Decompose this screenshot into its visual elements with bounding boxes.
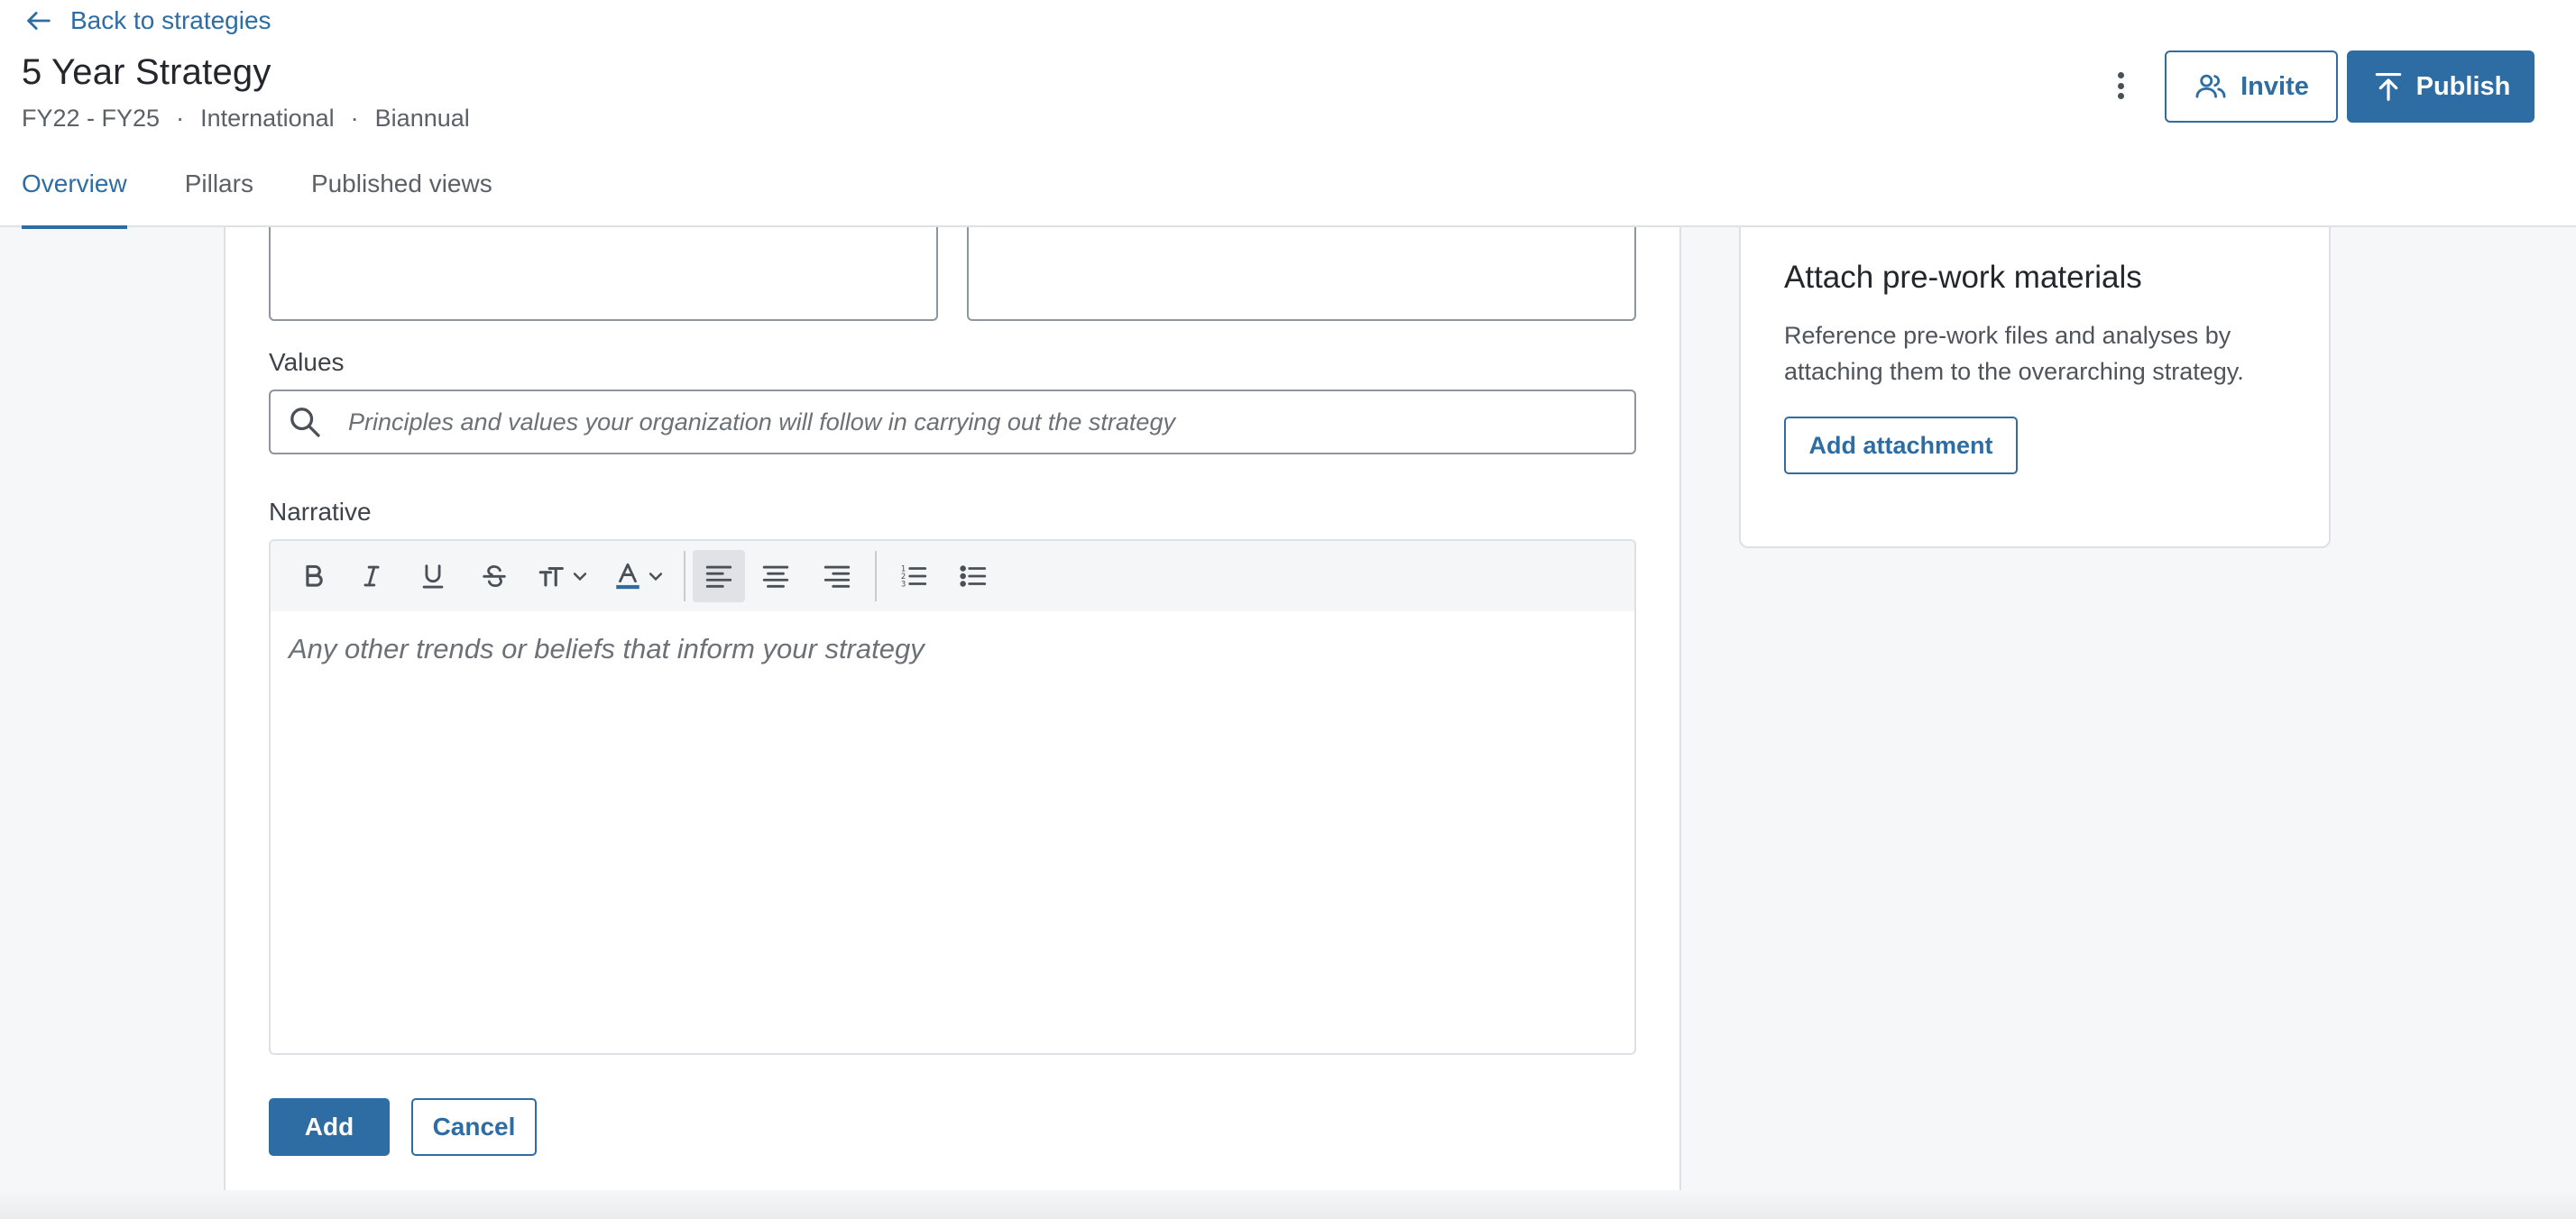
strategy-meta: FY22 - FY25 · International · Biannual [22, 105, 470, 133]
align-right-icon[interactable] [806, 550, 868, 602]
font-size-icon[interactable] [525, 550, 601, 602]
ordered-list-icon[interactable]: 1 2 3 [884, 550, 943, 602]
bold-icon[interactable] [287, 550, 341, 602]
text-color-icon[interactable] [601, 550, 676, 602]
tab-bar: Overview Pillars Published views [22, 162, 492, 229]
text-field-right[interactable] [967, 227, 1636, 321]
invite-button-label: Invite [2240, 71, 2309, 101]
bullet-list-icon[interactable] [943, 550, 1003, 602]
text-field-left[interactable] [269, 227, 938, 321]
attach-materials-card: Attach pre-work materials Reference pre-… [1739, 227, 2331, 548]
attach-card-description: Reference pre-work files and analyses by… [1784, 322, 2244, 385]
meta-frequency: Biannual [374, 105, 470, 132]
toolbar-divider [875, 551, 877, 601]
users-icon [2195, 74, 2226, 98]
chevron-down-icon [573, 573, 587, 582]
align-left-icon[interactable] [693, 550, 745, 602]
toolbar-divider [684, 551, 685, 601]
meta-region: International [200, 105, 335, 132]
italic-icon[interactable] [341, 550, 402, 602]
align-center-icon[interactable] [745, 550, 806, 602]
meta-separator: · [350, 105, 359, 132]
publish-button-label: Publish [2415, 71, 2511, 101]
chevron-down-icon [649, 573, 663, 582]
arrow-left-icon [27, 12, 51, 30]
values-input[interactable] [269, 390, 1636, 454]
back-to-strategies-link[interactable]: Back to strategies [23, 4, 271, 38]
add-button[interactable]: Add [269, 1098, 390, 1156]
cancel-button[interactable]: Cancel [411, 1098, 537, 1156]
tab-overview[interactable]: Overview [22, 162, 127, 229]
values-text-input[interactable] [348, 408, 1634, 436]
values-label: Values [269, 348, 345, 376]
narrative-label: Narrative [269, 498, 372, 526]
tab-published-views[interactable]: Published views [311, 162, 492, 227]
page-header: Back to strategies 5 Year Strategy FY22 … [0, 0, 2576, 229]
meta-separator: · [176, 105, 185, 132]
svg-text:3: 3 [901, 580, 906, 589]
narrative-editor: 1 2 3 Any other trends or beliefs that i… [269, 539, 1636, 1055]
more-options-icon[interactable] [2107, 67, 2134, 105]
back-link-label: Back to strategies [70, 6, 271, 34]
tab-pillars[interactable]: Pillars [185, 162, 253, 227]
strikethrough-icon[interactable] [464, 550, 525, 602]
editor-toolbar: 1 2 3 [271, 541, 1634, 611]
invite-button[interactable]: Invite [2165, 50, 2338, 123]
narrative-text-area[interactable]: Any other trends or beliefs that inform … [271, 611, 1634, 1053]
publish-button[interactable]: Publish [2347, 50, 2535, 123]
underline-icon[interactable] [402, 550, 464, 602]
search-icon [290, 408, 320, 437]
upload-icon [2375, 72, 2401, 101]
page-bottom-shadow [0, 1190, 2576, 1219]
meta-period: FY22 - FY25 [22, 105, 161, 132]
page-title: 5 Year Strategy [22, 52, 271, 92]
attach-card-title: Attach pre-work materials [1784, 260, 2142, 295]
add-attachment-button[interactable]: Add attachment [1784, 417, 2018, 474]
